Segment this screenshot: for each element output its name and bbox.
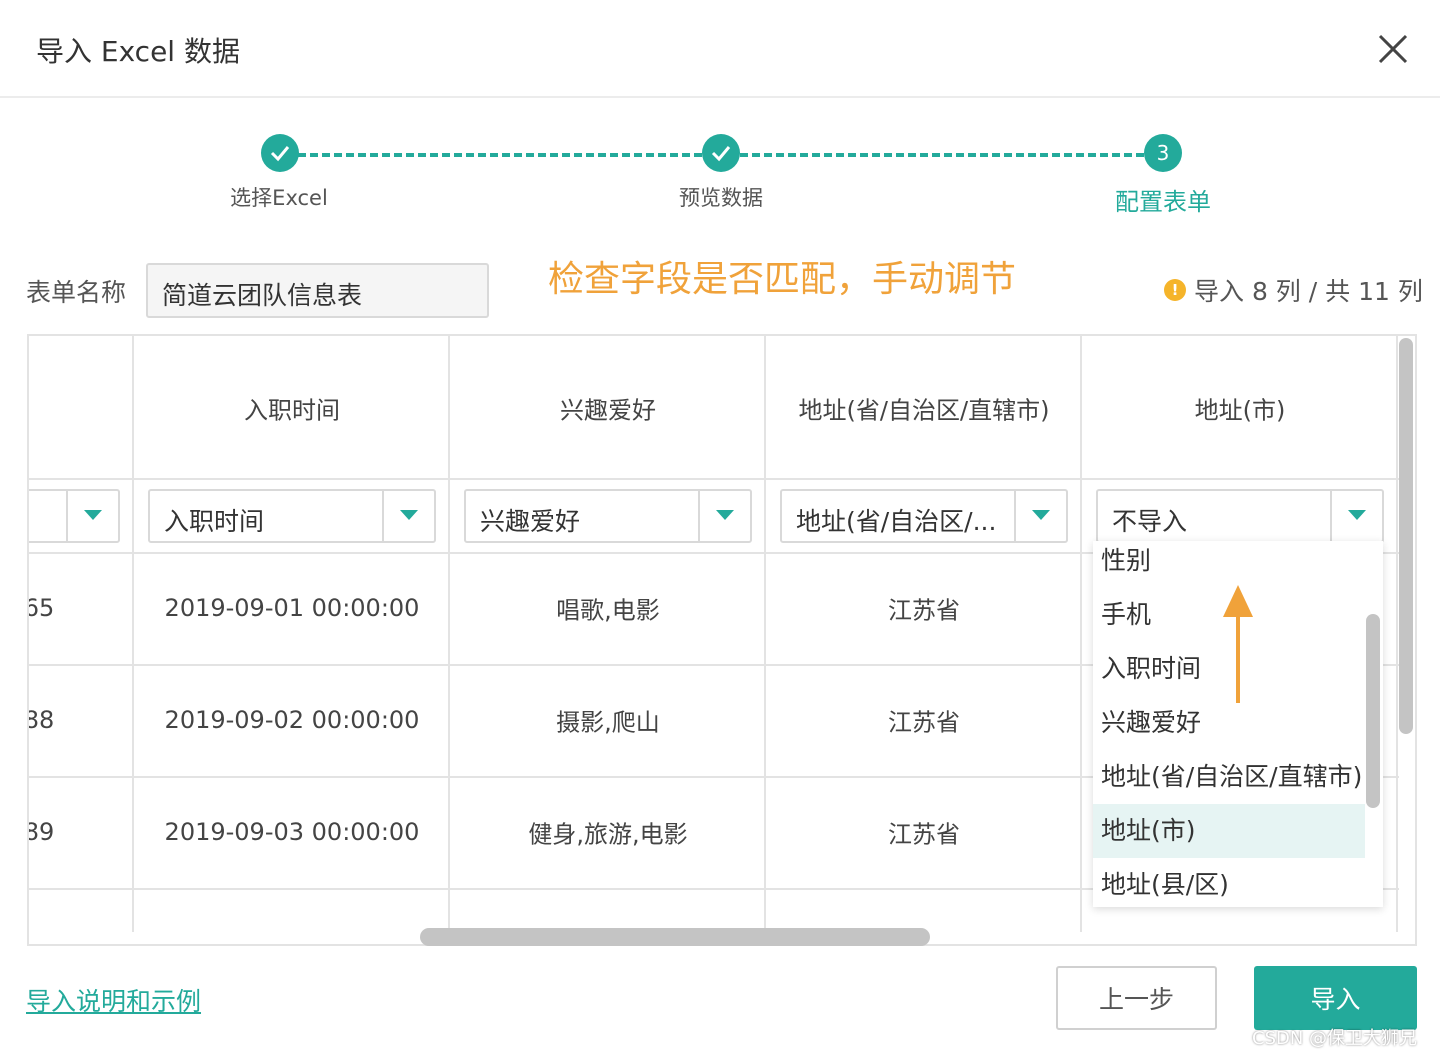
- dropdown-toggle[interactable]: [698, 491, 750, 541]
- chevron-down-icon: [400, 510, 418, 520]
- import-button[interactable]: 导入: [1254, 966, 1417, 1030]
- arrow-up-icon: [1223, 585, 1253, 703]
- step-3-number: 3: [1144, 134, 1182, 172]
- warning-icon: !: [1164, 279, 1186, 301]
- table-cell: 江苏省: [888, 596, 960, 625]
- annotation-text: 检查字段是否匹配，手动调节: [548, 259, 1017, 300]
- mapping-select[interactable]: 地址(省/自治区/...: [780, 489, 1068, 543]
- step-2-label: 预览数据: [679, 186, 763, 210]
- horizontal-scrollbar-thumb[interactable]: [420, 928, 930, 946]
- chevron-down-icon: [1032, 510, 1050, 520]
- table-cell: 89: [29, 818, 55, 846]
- table-cell: 2019-09-03 00:00:00: [164, 818, 420, 846]
- mapping-select-value: 地址(省/自治区/...: [796, 507, 997, 536]
- dropdown-option[interactable]: 性别: [1093, 541, 1365, 588]
- step-1-label: 选择Excel: [230, 186, 328, 210]
- column-header: 兴趣爱好: [560, 396, 656, 425]
- vertical-scrollbar-thumb[interactable]: [1399, 338, 1413, 734]
- form-name-input[interactable]: 简道云团队信息表: [146, 263, 489, 318]
- mapping-select-open[interactable]: 不导入: [1096, 489, 1384, 543]
- step-2-check-icon: [702, 134, 740, 172]
- mapping-select-value: 入职时间: [164, 507, 265, 536]
- column-header: 地址(省/自治区/直辖市): [798, 396, 1050, 425]
- previous-step-button[interactable]: 上一步: [1056, 966, 1217, 1030]
- vertical-scrollbar[interactable]: [1397, 334, 1417, 946]
- mapping-select[interactable]: [29, 489, 120, 543]
- row-divider: [29, 336, 1399, 480]
- close-icon[interactable]: [1372, 28, 1414, 70]
- dropdown-option[interactable]: 地址(县/区): [1093, 858, 1365, 907]
- table-cell: 江苏省: [888, 708, 960, 737]
- mapping-select[interactable]: 入职时间: [148, 489, 436, 543]
- column-header: 入职时间: [244, 396, 340, 425]
- dialog-header: 导入 Excel 数据: [0, 0, 1440, 98]
- import-count: ! 导入 8 列 / 共 11 列: [1164, 272, 1423, 308]
- dialog-title: 导入 Excel 数据: [36, 35, 240, 68]
- chevron-down-icon: [716, 510, 734, 520]
- step-connector-2: [740, 153, 1144, 157]
- table-cell: 88: [29, 706, 55, 734]
- form-name-label: 表单名称: [26, 278, 127, 307]
- help-link[interactable]: 导入说明和示例: [26, 982, 201, 1018]
- dropdown-scrollbar-thumb[interactable]: [1366, 614, 1380, 808]
- step-3-label: 配置表单: [1115, 188, 1211, 216]
- dropdown-toggle[interactable]: [1014, 491, 1066, 541]
- dropdown-toggle[interactable]: [66, 491, 118, 541]
- step-1-check-icon: [261, 134, 299, 172]
- table-cell: 唱歌,电影: [556, 596, 660, 625]
- chevron-down-icon: [1348, 510, 1366, 520]
- table-cell: 2019-09-01 00:00:00: [164, 594, 420, 622]
- table-cell: 健身,旅游,电影: [528, 820, 688, 849]
- dropdown-option[interactable]: 地址(省/自治区/直辖市): [1093, 750, 1365, 804]
- import-count-text: 导入 8 列 / 共 11 列: [1194, 277, 1423, 306]
- column-header: 地址(市): [1194, 396, 1286, 425]
- table-cell: 江苏省: [888, 820, 960, 849]
- mapping-select-value: 兴趣爱好: [480, 507, 581, 536]
- dropdown-option-selected[interactable]: 地址(市): [1093, 804, 1365, 858]
- table-cell: 摄影,爬山: [556, 708, 660, 737]
- table-cell: 2019-09-02 00:00:00: [164, 706, 420, 734]
- chevron-down-icon: [84, 510, 102, 520]
- dropdown-toggle[interactable]: [382, 491, 434, 541]
- table-cell: 65: [29, 594, 55, 622]
- watermark: CSDN @保卫大狮兄: [1252, 1028, 1418, 1049]
- dropdown-toggle[interactable]: [1330, 491, 1382, 541]
- mapping-select[interactable]: 兴趣爱好: [464, 489, 752, 543]
- mapping-select-value: 不导入: [1112, 507, 1188, 536]
- step-connector-1: [298, 153, 702, 157]
